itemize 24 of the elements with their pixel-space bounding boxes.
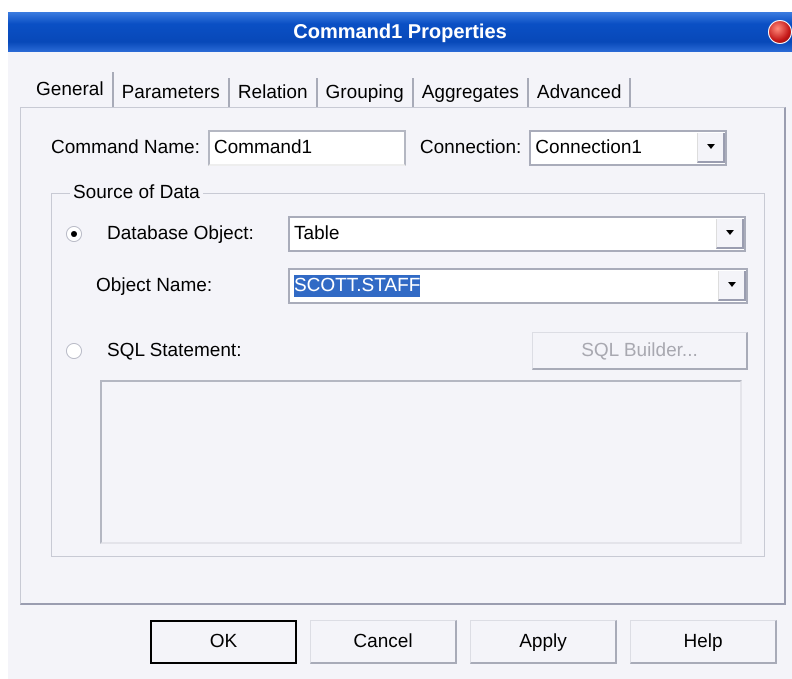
dialog-button[interactable]: Apply [470, 620, 617, 664]
dialog-button[interactable]: Help [630, 620, 777, 664]
connection-label: Connection: [420, 137, 522, 159]
tab[interactable]: Parameters [114, 78, 230, 107]
caret-icon [726, 282, 736, 288]
connection-dropdown[interactable]: Connection1 [529, 130, 728, 166]
dialog-button[interactable]: OK [150, 620, 297, 664]
radio-label: Database Object: [107, 223, 254, 245]
radio-button[interactable] [66, 226, 82, 242]
caret-icon [706, 144, 716, 150]
tab[interactable]: Aggregates [414, 78, 529, 107]
object-type-dropdown[interactable]: Table [288, 216, 746, 252]
close-icon[interactable] [768, 20, 792, 44]
window-title: Command1 Properties [293, 20, 507, 44]
dialog-button[interactable]: Cancel [310, 620, 457, 664]
command-name-field[interactable]: Command1 [208, 130, 406, 166]
radio-button[interactable] [66, 343, 82, 359]
object-name-dropdown[interactable]: SCOTT.STAFF [288, 268, 748, 304]
group-title: Source of Data [72, 182, 201, 204]
caret-icon [724, 230, 734, 236]
command-name-label: Command Name: [51, 137, 200, 159]
radio-label: SQL Statement: [107, 340, 242, 362]
object-name-label: Object Name: [96, 275, 214, 297]
tab[interactable]: Grouping [318, 78, 414, 107]
